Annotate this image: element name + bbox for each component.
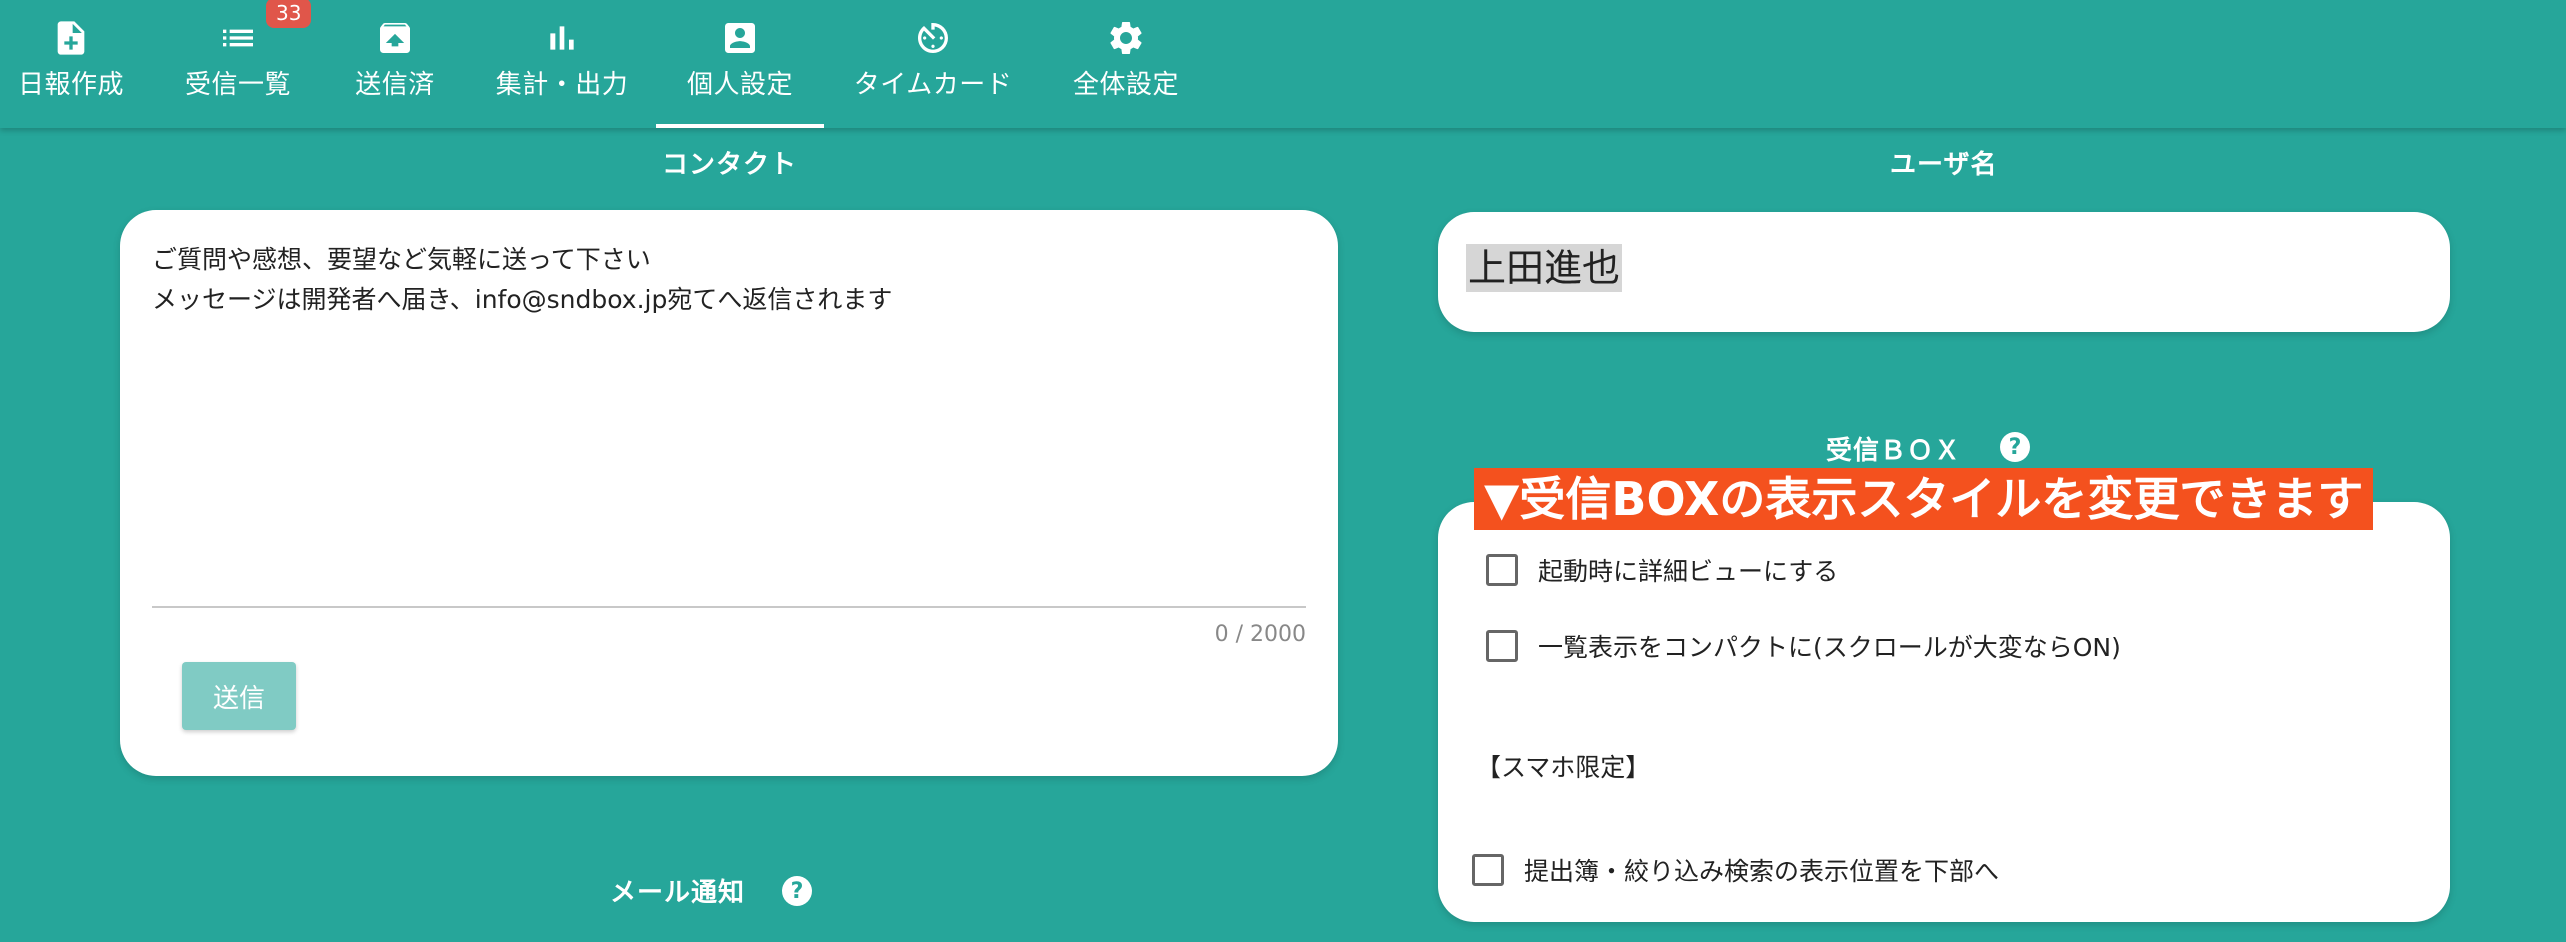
- file-plus-icon: [49, 16, 93, 60]
- tab-timecard[interactable]: タイムカード: [852, 0, 1014, 128]
- account-box-icon: [718, 16, 762, 60]
- tab-daily-report-create[interactable]: 日報作成: [12, 0, 130, 128]
- option-compact-list[interactable]: 一覧表示をコンパクトに(スクロールが大変ならON): [1486, 628, 2121, 664]
- contact-message-textarea[interactable]: ご質問や感想、要望など気軽に送って下さい メッセージは開発者へ届き、info@s…: [152, 240, 1302, 320]
- unread-count-badge: 33: [266, 0, 312, 28]
- contact-section-title: コンタクト: [662, 150, 798, 180]
- option-label: 提出簿・絞り込み検索の表示位置を下部へ: [1524, 857, 2000, 886]
- checkbox[interactable]: [1486, 554, 1518, 586]
- option-label: 一覧表示をコンパクトに(スクロールが大変ならON): [1538, 633, 2121, 662]
- tab-global-settings[interactable]: 全体設定: [1070, 0, 1182, 128]
- tab-label: 全体設定: [1072, 70, 1179, 100]
- smartphone-only-label: 【スマホ限定】: [1476, 753, 1651, 782]
- mail-help-icon[interactable]: ?: [782, 876, 812, 906]
- username-section-title: ユーザ名: [1890, 150, 1998, 180]
- mail-notification-title: メール通知: [610, 878, 746, 908]
- tab-label: 受信一覧: [184, 70, 291, 100]
- send-button[interactable]: 送信: [182, 662, 296, 730]
- textarea-underline: [152, 606, 1306, 608]
- inbox-section-title: 受信ＢＯＸ: [1826, 436, 1962, 466]
- checkbox[interactable]: [1486, 630, 1518, 662]
- timer-icon: [911, 16, 955, 60]
- top-navigation: 日報作成 受信一覧 33 送信済 集計・出力 個人設定 タイムカード 全体設定: [0, 0, 2566, 128]
- inbox-style-banner: ▼受信BOXの表示スタイルを変更できます: [1474, 468, 2374, 530]
- archive-up-icon: [373, 16, 417, 60]
- option-search-position-bottom[interactable]: 提出簿・絞り込み検索の表示位置を下部へ: [1472, 852, 1999, 888]
- bar-chart-icon: [540, 16, 584, 60]
- tab-summary-export[interactable]: 集計・出力: [492, 0, 632, 128]
- tab-inbox-list[interactable]: 受信一覧 33: [182, 0, 312, 128]
- option-label: 起動時に詳細ビューにする: [1538, 557, 1839, 586]
- tab-label: タイムカード: [853, 70, 1013, 100]
- list-icon: [216, 16, 260, 60]
- tab-sent[interactable]: 送信済: [352, 0, 438, 128]
- tab-label: 集計・出力: [495, 70, 629, 100]
- checkbox[interactable]: [1472, 854, 1504, 886]
- tab-label: 送信済: [355, 70, 435, 100]
- inbox-help-icon[interactable]: ?: [2000, 432, 2030, 462]
- gear-icon: [1104, 16, 1148, 60]
- username-field[interactable]: 上田進也: [1466, 244, 1623, 292]
- tab-label: 個人設定: [686, 70, 793, 100]
- tab-personal-settings[interactable]: 個人設定: [656, 0, 824, 128]
- character-counter: 0 / 2000: [1214, 622, 1306, 647]
- option-detail-view-on-launch[interactable]: 起動時に詳細ビューにする: [1486, 552, 1838, 588]
- tab-label: 日報作成: [17, 70, 124, 100]
